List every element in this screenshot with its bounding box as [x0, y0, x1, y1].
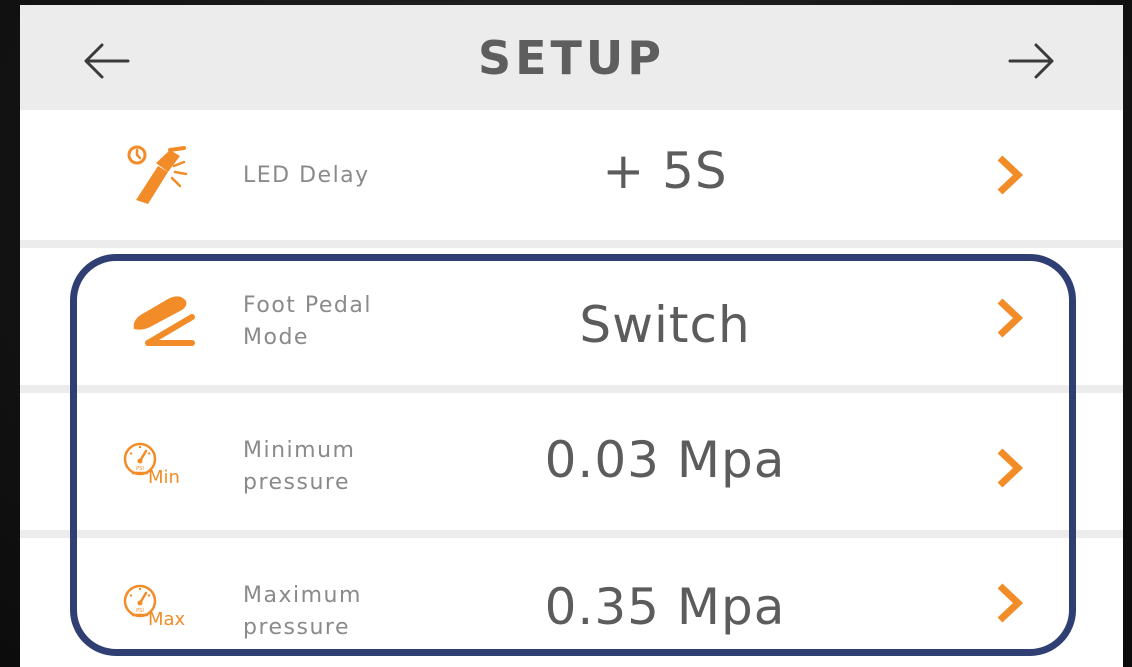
max-pressure-gauge-icon: PSI Max [118, 573, 208, 643]
setting-value: 0.35 Mpa [544, 578, 786, 636]
setting-row-foot-pedal-mode[interactable]: Foot Pedal Mode Switch [20, 248, 1123, 385]
setup-screen: SETUP LED Delay + 5S Foot Pedal Mode Swi… [20, 5, 1123, 667]
setting-value: Switch [579, 296, 751, 354]
foot-pedal-icon [118, 283, 208, 353]
setting-label: LED Delay [243, 163, 370, 188]
setting-row-maximum-pressure[interactable]: PSI Max Maximum pressure 0.35 Mpa [20, 538, 1123, 667]
chevron-right-icon[interactable] [990, 443, 1030, 493]
setting-value: + 5S [602, 142, 728, 200]
max-icon-text: Max [148, 609, 186, 630]
setting-row-minimum-pressure[interactable]: PSI Min Minimum pressure 0.03 Mpa [20, 393, 1123, 530]
row-divider [20, 240, 1123, 248]
arrow-right-icon[interactable] [1002, 35, 1062, 87]
chevron-right-icon[interactable] [990, 578, 1030, 628]
setting-row-led-delay[interactable]: LED Delay + 5S [20, 110, 1123, 240]
setting-label: Minimum pressure [243, 438, 356, 495]
row-divider [20, 385, 1123, 393]
setting-value: 0.03 Mpa [544, 431, 786, 489]
page-title: SETUP [478, 31, 665, 85]
setting-label: Foot Pedal Mode [243, 293, 372, 350]
setting-label: Maximum pressure [243, 583, 362, 640]
header-bar: SETUP [20, 5, 1123, 110]
device-frame: SETUP LED Delay + 5S Foot Pedal Mode Swi… [0, 0, 1132, 667]
svg-text:PSI: PSI [136, 608, 144, 614]
svg-text:PSI: PSI [136, 466, 144, 472]
chevron-right-icon[interactable] [990, 150, 1030, 200]
min-icon-text: Min [148, 467, 180, 488]
min-pressure-gauge-icon: PSI Min [118, 431, 208, 501]
chevron-right-icon[interactable] [990, 293, 1030, 343]
led-delay-icon [118, 138, 208, 208]
row-divider [20, 530, 1123, 538]
